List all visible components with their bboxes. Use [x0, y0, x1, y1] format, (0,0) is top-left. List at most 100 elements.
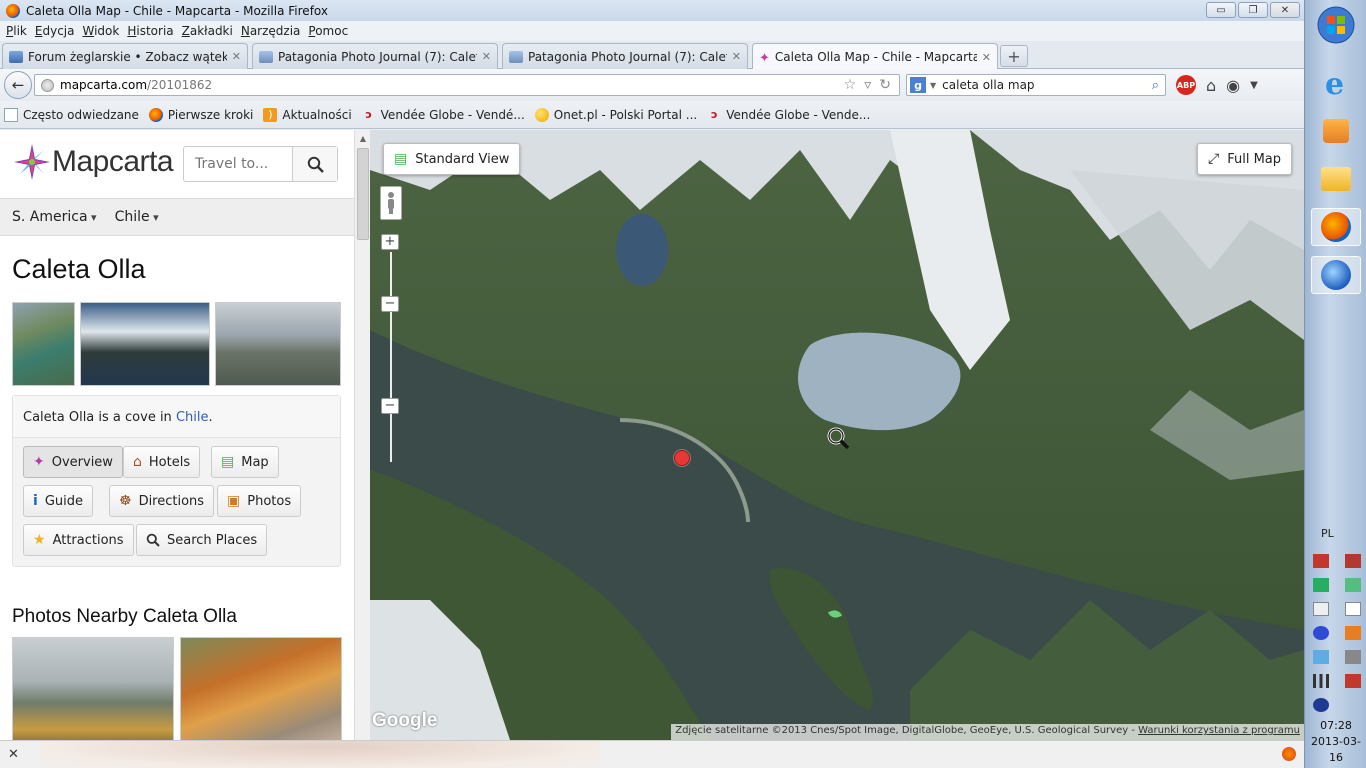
explorer-folder-icon[interactable]	[1311, 160, 1361, 198]
zoom-in-button[interactable]: +	[381, 234, 399, 250]
search-icon[interactable]: ⌕	[1152, 78, 1165, 93]
minimize-button[interactable]: ▭	[1206, 2, 1236, 18]
country-link[interactable]: Chile	[176, 410, 209, 425]
tray-icon[interactable]	[1313, 698, 1329, 712]
tray-icon[interactable]	[1345, 626, 1361, 640]
tray-icon[interactable]	[1313, 578, 1329, 592]
photo-thumbnail[interactable]	[80, 302, 210, 386]
bluetooth-icon[interactable]	[1313, 626, 1329, 640]
menu-help[interactable]: Pomoc	[306, 24, 354, 38]
firefox-taskbar-icon[interactable]	[1311, 208, 1361, 246]
network-icon[interactable]	[1313, 674, 1329, 688]
maximize-button[interactable]: ❐	[1238, 2, 1268, 18]
nearby-photos-heading: Photos Nearby Caleta Olla	[12, 606, 237, 627]
directions-button[interactable]: ☸ Directions	[109, 485, 215, 517]
start-button[interactable]	[1311, 6, 1361, 44]
tab-patagonia-2[interactable]: Patagonia Photo Journal (7): Caleta O...…	[502, 43, 748, 69]
close-findbar-icon[interactable]: ✕	[8, 747, 19, 762]
star-icon: ★	[33, 532, 46, 548]
close-tab-icon[interactable]: ✕	[482, 50, 491, 63]
tray-row	[1313, 650, 1361, 664]
overview-button[interactable]: ✦ Overview	[23, 446, 123, 478]
tray-icon[interactable]	[1313, 602, 1329, 616]
close-tab-icon[interactable]: ✕	[732, 50, 741, 63]
photo-favicon	[509, 50, 523, 63]
bookmark-most-visited[interactable]: Często odwiedzane	[4, 107, 139, 122]
zoom-track[interactable]	[390, 252, 392, 462]
new-tab-button[interactable]: +	[1000, 45, 1028, 67]
photo-thumbnail[interactable]	[215, 302, 341, 386]
bookmark-news[interactable]: ) Aktualności	[263, 107, 352, 122]
reload-icon[interactable]: ↻	[879, 77, 891, 93]
bookmark-vendee-2[interactable]: ↄ Vendée Globe - Vende...	[707, 108, 870, 122]
terms-link[interactable]: Warunki korzystania z programu	[1138, 725, 1300, 736]
map-button[interactable]: ▤ Map	[211, 446, 279, 478]
guide-button[interactable]: i Guide	[23, 485, 93, 517]
menu-history[interactable]: Historia	[125, 24, 179, 38]
standard-view-button[interactable]: ▤ Standard View	[383, 143, 521, 175]
tray-icon[interactable]	[1313, 650, 1329, 664]
search-places-button[interactable]: Search Places	[136, 524, 268, 556]
tray-icon[interactable]	[1345, 578, 1361, 592]
dropdown-icon[interactable]: ▿	[864, 77, 871, 93]
tab-patagonia-1[interactable]: Patagonia Photo Journal (7): Caleta O...…	[252, 43, 498, 69]
region-dropdown[interactable]: S. America	[12, 209, 97, 225]
menu-file[interactable]: Plik	[4, 24, 33, 38]
rss-icon: )	[263, 107, 278, 122]
attractions-button[interactable]: ★ Attractions	[23, 524, 134, 556]
tray-row	[1313, 578, 1361, 592]
nearby-photo[interactable]	[180, 637, 342, 740]
bookmark-getting-started[interactable]: Pierwsze kroki	[148, 107, 253, 122]
volume-icon[interactable]	[1345, 674, 1361, 688]
zoom-out-button[interactable]: −	[381, 398, 399, 414]
logo-text: Mapcarta	[52, 145, 174, 178]
travel-search-button[interactable]	[292, 147, 337, 181]
close-tab-icon[interactable]: ✕	[982, 51, 991, 64]
url-bar[interactable]: mapcarta.com/20101862 ☆ ▿ ↻	[34, 74, 900, 96]
location-marker[interactable]	[674, 450, 690, 466]
street-view-pegman[interactable]	[380, 186, 402, 220]
mapcarta-logo[interactable]: Mapcarta	[14, 144, 174, 180]
hotels-button[interactable]: ⌂ Hotels	[123, 446, 201, 478]
menu-view[interactable]: Widok	[80, 24, 125, 38]
tray-row	[1313, 626, 1361, 640]
tab-mapcarta[interactable]: ✦ Caleta Olla Map - Chile - Mapcarta ✕	[752, 43, 998, 70]
back-button[interactable]: ←	[4, 71, 32, 99]
google-icon[interactable]: g	[910, 77, 926, 93]
system-clock[interactable]: 07:28 2013-03-16	[1305, 718, 1366, 766]
tray-icon[interactable]	[1345, 554, 1361, 568]
speaker-icon[interactable]	[1345, 650, 1361, 664]
full-map-button[interactable]: ⤢ Full Map	[1197, 143, 1292, 175]
menu-bookmarks[interactable]: Zakładki	[180, 24, 239, 38]
adblock-icon[interactable]: ABP	[1176, 75, 1196, 95]
menu-edit[interactable]: Edycja	[33, 24, 81, 38]
travel-search-input[interactable]	[184, 147, 292, 181]
search-bar[interactable]: g ▼ caleta olla map ⌕	[906, 74, 1166, 96]
home-icon[interactable]: ⌂	[1206, 76, 1216, 95]
nearby-photo[interactable]	[12, 637, 174, 740]
bookmark-star-icon[interactable]: ☆	[844, 77, 857, 93]
addon-icon[interactable]: ◉	[1226, 76, 1240, 95]
scroll-thumb[interactable]	[357, 148, 369, 240]
google-earth-icon[interactable]	[1311, 256, 1361, 294]
addon-bar-icon[interactable]	[1282, 747, 1296, 761]
photos-button[interactable]: ▣ Photos	[217, 485, 302, 517]
language-indicator[interactable]: PL	[1321, 527, 1334, 540]
tray-icon[interactable]	[1313, 554, 1329, 568]
scroll-up-icon[interactable]: ▲	[355, 130, 371, 146]
internet-explorer-icon[interactable]: e	[1311, 64, 1361, 102]
sidebar-scrollbar[interactable]: ▲	[354, 130, 370, 740]
bookmark-onet[interactable]: Onet.pl - Polski Portal ...	[534, 107, 697, 122]
zoom-slider-handle[interactable]: −	[381, 296, 399, 312]
menu-tools[interactable]: Narzędzia	[239, 24, 307, 38]
bookmark-vendee-1[interactable]: ↄ Vendée Globe - Vendé...	[362, 108, 524, 122]
menu-chevron-icon[interactable]: ▼	[1250, 80, 1258, 91]
flag-icon[interactable]	[1345, 602, 1361, 616]
country-dropdown[interactable]: Chile	[115, 209, 159, 225]
tab-forum[interactable]: Forum żeglarskie • Zobacz wątek - SI... …	[2, 43, 248, 69]
media-player-icon[interactable]	[1311, 112, 1361, 150]
close-window-button[interactable]: ✕	[1270, 2, 1300, 18]
close-tab-icon[interactable]: ✕	[232, 50, 241, 63]
photo-thumbnail[interactable]	[12, 302, 75, 386]
satellite-map[interactable]: ▤ Standard View ⤢ Full Map + − − Google	[370, 130, 1304, 740]
